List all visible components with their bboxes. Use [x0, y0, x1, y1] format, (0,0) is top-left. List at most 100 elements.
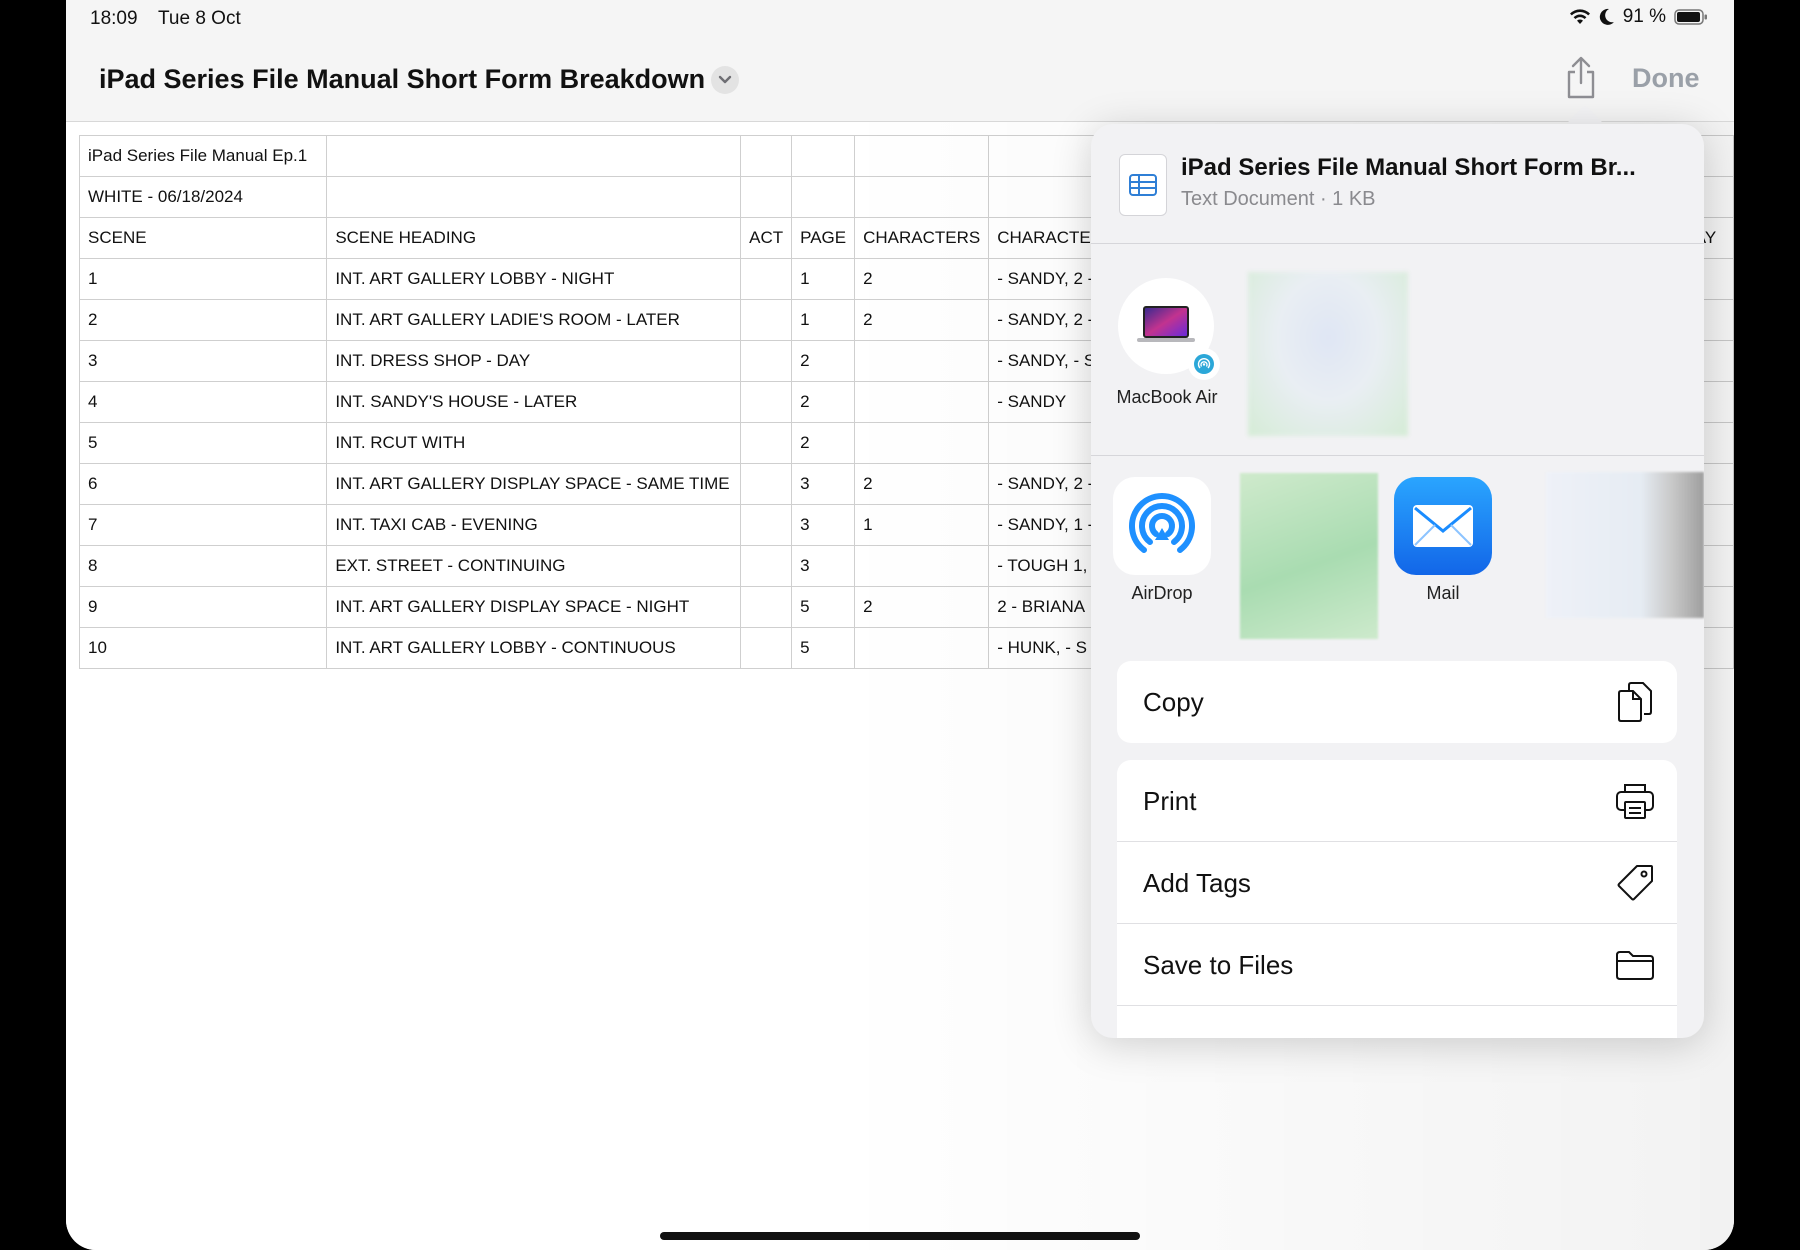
table-cell[interactable]: [854, 381, 990, 423]
table-cell[interactable]: [740, 422, 793, 464]
table-cell[interactable]: INT. SANDY'S HOUSE - LATER: [326, 381, 742, 423]
table-cell[interactable]: 3: [791, 463, 856, 505]
table-cell[interactable]: iPad Series File Manual Ep.1: [78, 135, 328, 177]
table-cell[interactable]: INT. DRESS SHOP - DAY: [326, 340, 742, 382]
table-cell[interactable]: SCENE HEADING: [326, 217, 742, 259]
table-cell[interactable]: 2: [791, 340, 856, 382]
status-time: 18:09: [90, 8, 138, 29]
table-cell[interactable]: 1: [78, 258, 328, 300]
table-cell[interactable]: 1: [854, 504, 990, 546]
table-cell[interactable]: [740, 586, 793, 628]
action-copy[interactable]: Copy: [1117, 661, 1677, 743]
table-cell[interactable]: [740, 504, 793, 546]
share-button[interactable]: [1562, 56, 1600, 100]
table-cell[interactable]: 2: [854, 586, 990, 628]
table-cell[interactable]: 2: [791, 381, 856, 423]
table-cell[interactable]: 2: [791, 422, 856, 464]
printer-icon: [1615, 780, 1655, 822]
table-cell[interactable]: [740, 545, 793, 587]
table-cell[interactable]: [791, 176, 856, 218]
table-cell[interactable]: [791, 135, 856, 177]
table-cell[interactable]: [854, 135, 990, 177]
folder-icon: [1615, 944, 1655, 986]
blurred-app[interactable]: [1546, 472, 1704, 618]
navigation-bar: iPad Series File Manual Short Form Break…: [66, 36, 1734, 122]
table-cell[interactable]: [740, 135, 793, 177]
table-cell[interactable]: 2: [854, 299, 990, 341]
table-cell[interactable]: INT. ART GALLERY LOBBY - NIGHT: [326, 258, 742, 300]
app-airdrop[interactable]: AirDrop: [1113, 477, 1211, 604]
table-cell[interactable]: [740, 258, 793, 300]
table-cell[interactable]: 3: [791, 504, 856, 546]
table-cell[interactable]: [740, 340, 793, 382]
document-title[interactable]: iPad Series File Manual Short Form Break…: [99, 64, 705, 95]
status-date: Tue 8 Oct: [158, 8, 241, 29]
table-cell[interactable]: 1: [791, 258, 856, 300]
table-cell[interactable]: [740, 381, 793, 423]
table-cell[interactable]: SCENE: [78, 217, 328, 259]
table-cell[interactable]: 5: [791, 586, 856, 628]
table-cell[interactable]: [740, 176, 793, 218]
more-action-icon: [1615, 1026, 1655, 1038]
action-label: Print: [1143, 786, 1197, 816]
battery-icon: [1674, 9, 1707, 25]
app-mail[interactable]: Mail: [1394, 477, 1492, 604]
table-cell[interactable]: 3: [78, 340, 328, 382]
table-cell[interactable]: 7: [78, 504, 328, 546]
action-more-partial[interactable]: [1117, 1006, 1677, 1038]
status-bar: 18:09 Tue 8 Oct 91 %: [66, 0, 1734, 36]
table-cell[interactable]: PAGE: [791, 217, 856, 259]
done-button[interactable]: Done: [1632, 63, 1700, 94]
table-cell[interactable]: 3: [791, 545, 856, 587]
action-add-tags[interactable]: Add Tags: [1117, 842, 1677, 924]
table-cell[interactable]: 10: [78, 627, 328, 669]
table-cell[interactable]: INT. ART GALLERY LOBBY - CONTINUOUS: [326, 627, 742, 669]
table-cell[interactable]: 6: [78, 463, 328, 505]
table-cell[interactable]: INT. TAXI CAB - EVENING: [326, 504, 742, 546]
table-cell[interactable]: 5: [78, 422, 328, 464]
table-cell[interactable]: 9: [78, 586, 328, 628]
action-print[interactable]: Print: [1117, 760, 1677, 842]
table-cell[interactable]: [854, 627, 990, 669]
table-cell[interactable]: 2: [78, 299, 328, 341]
status-indicators: 91 %: [1569, 6, 1708, 28]
table-cell[interactable]: WHITE - 06/18/2024: [78, 176, 328, 218]
share-sheet: iPad Series File Manual Short Form Br...…: [1091, 124, 1704, 1038]
table-cell[interactable]: [854, 176, 990, 218]
blurred-contact[interactable]: [1248, 272, 1408, 436]
table-cell[interactable]: 2: [854, 463, 990, 505]
table-cell[interactable]: INT. ART GALLERY DISPLAY SPACE - SAME TI…: [326, 463, 742, 505]
table-cell[interactable]: [854, 340, 990, 382]
table-cell[interactable]: INT. ART GALLERY DISPLAY SPACE - NIGHT: [326, 586, 742, 628]
action-save-to-files[interactable]: Save to Files: [1117, 924, 1677, 1006]
airdrop-icon: [1113, 477, 1211, 575]
table-cell[interactable]: INT. RCUT WITH: [326, 422, 742, 464]
table-cell[interactable]: 1: [791, 299, 856, 341]
share-document-title: iPad Series File Manual Short Form Br...: [1181, 154, 1636, 181]
table-cell[interactable]: [740, 627, 793, 669]
table-cell[interactable]: [740, 463, 793, 505]
table-cell[interactable]: INT. ART GALLERY LADIE'S ROOM - LATER: [326, 299, 742, 341]
table-cell[interactable]: 2: [854, 258, 990, 300]
table-cell[interactable]: EXT. STREET - CONTINUING: [326, 545, 742, 587]
table-cell[interactable]: 4: [78, 381, 328, 423]
title-menu-button[interactable]: [711, 66, 739, 94]
actions-group-primary: Copy: [1117, 661, 1677, 743]
table-cell[interactable]: CHARACTERS: [854, 217, 990, 259]
share-icon: [1567, 56, 1595, 99]
table-cell[interactable]: ACT: [740, 217, 793, 259]
tag-icon: [1615, 862, 1655, 904]
home-indicator[interactable]: [660, 1232, 1140, 1240]
table-cell[interactable]: 5: [791, 627, 856, 669]
table-cell[interactable]: [740, 299, 793, 341]
mail-icon: [1394, 477, 1492, 575]
table-cell[interactable]: [326, 176, 742, 218]
spreadsheet-icon: [1119, 154, 1167, 216]
table-cell[interactable]: [854, 545, 990, 587]
table-cell[interactable]: 8: [78, 545, 328, 587]
blurred-app[interactable]: [1240, 473, 1378, 639]
app-label: Mail: [1426, 583, 1460, 603]
actions-group-secondary: Print Add Tags Save to Files: [1117, 760, 1677, 1038]
table-cell[interactable]: [326, 135, 742, 177]
table-cell[interactable]: [854, 422, 990, 464]
